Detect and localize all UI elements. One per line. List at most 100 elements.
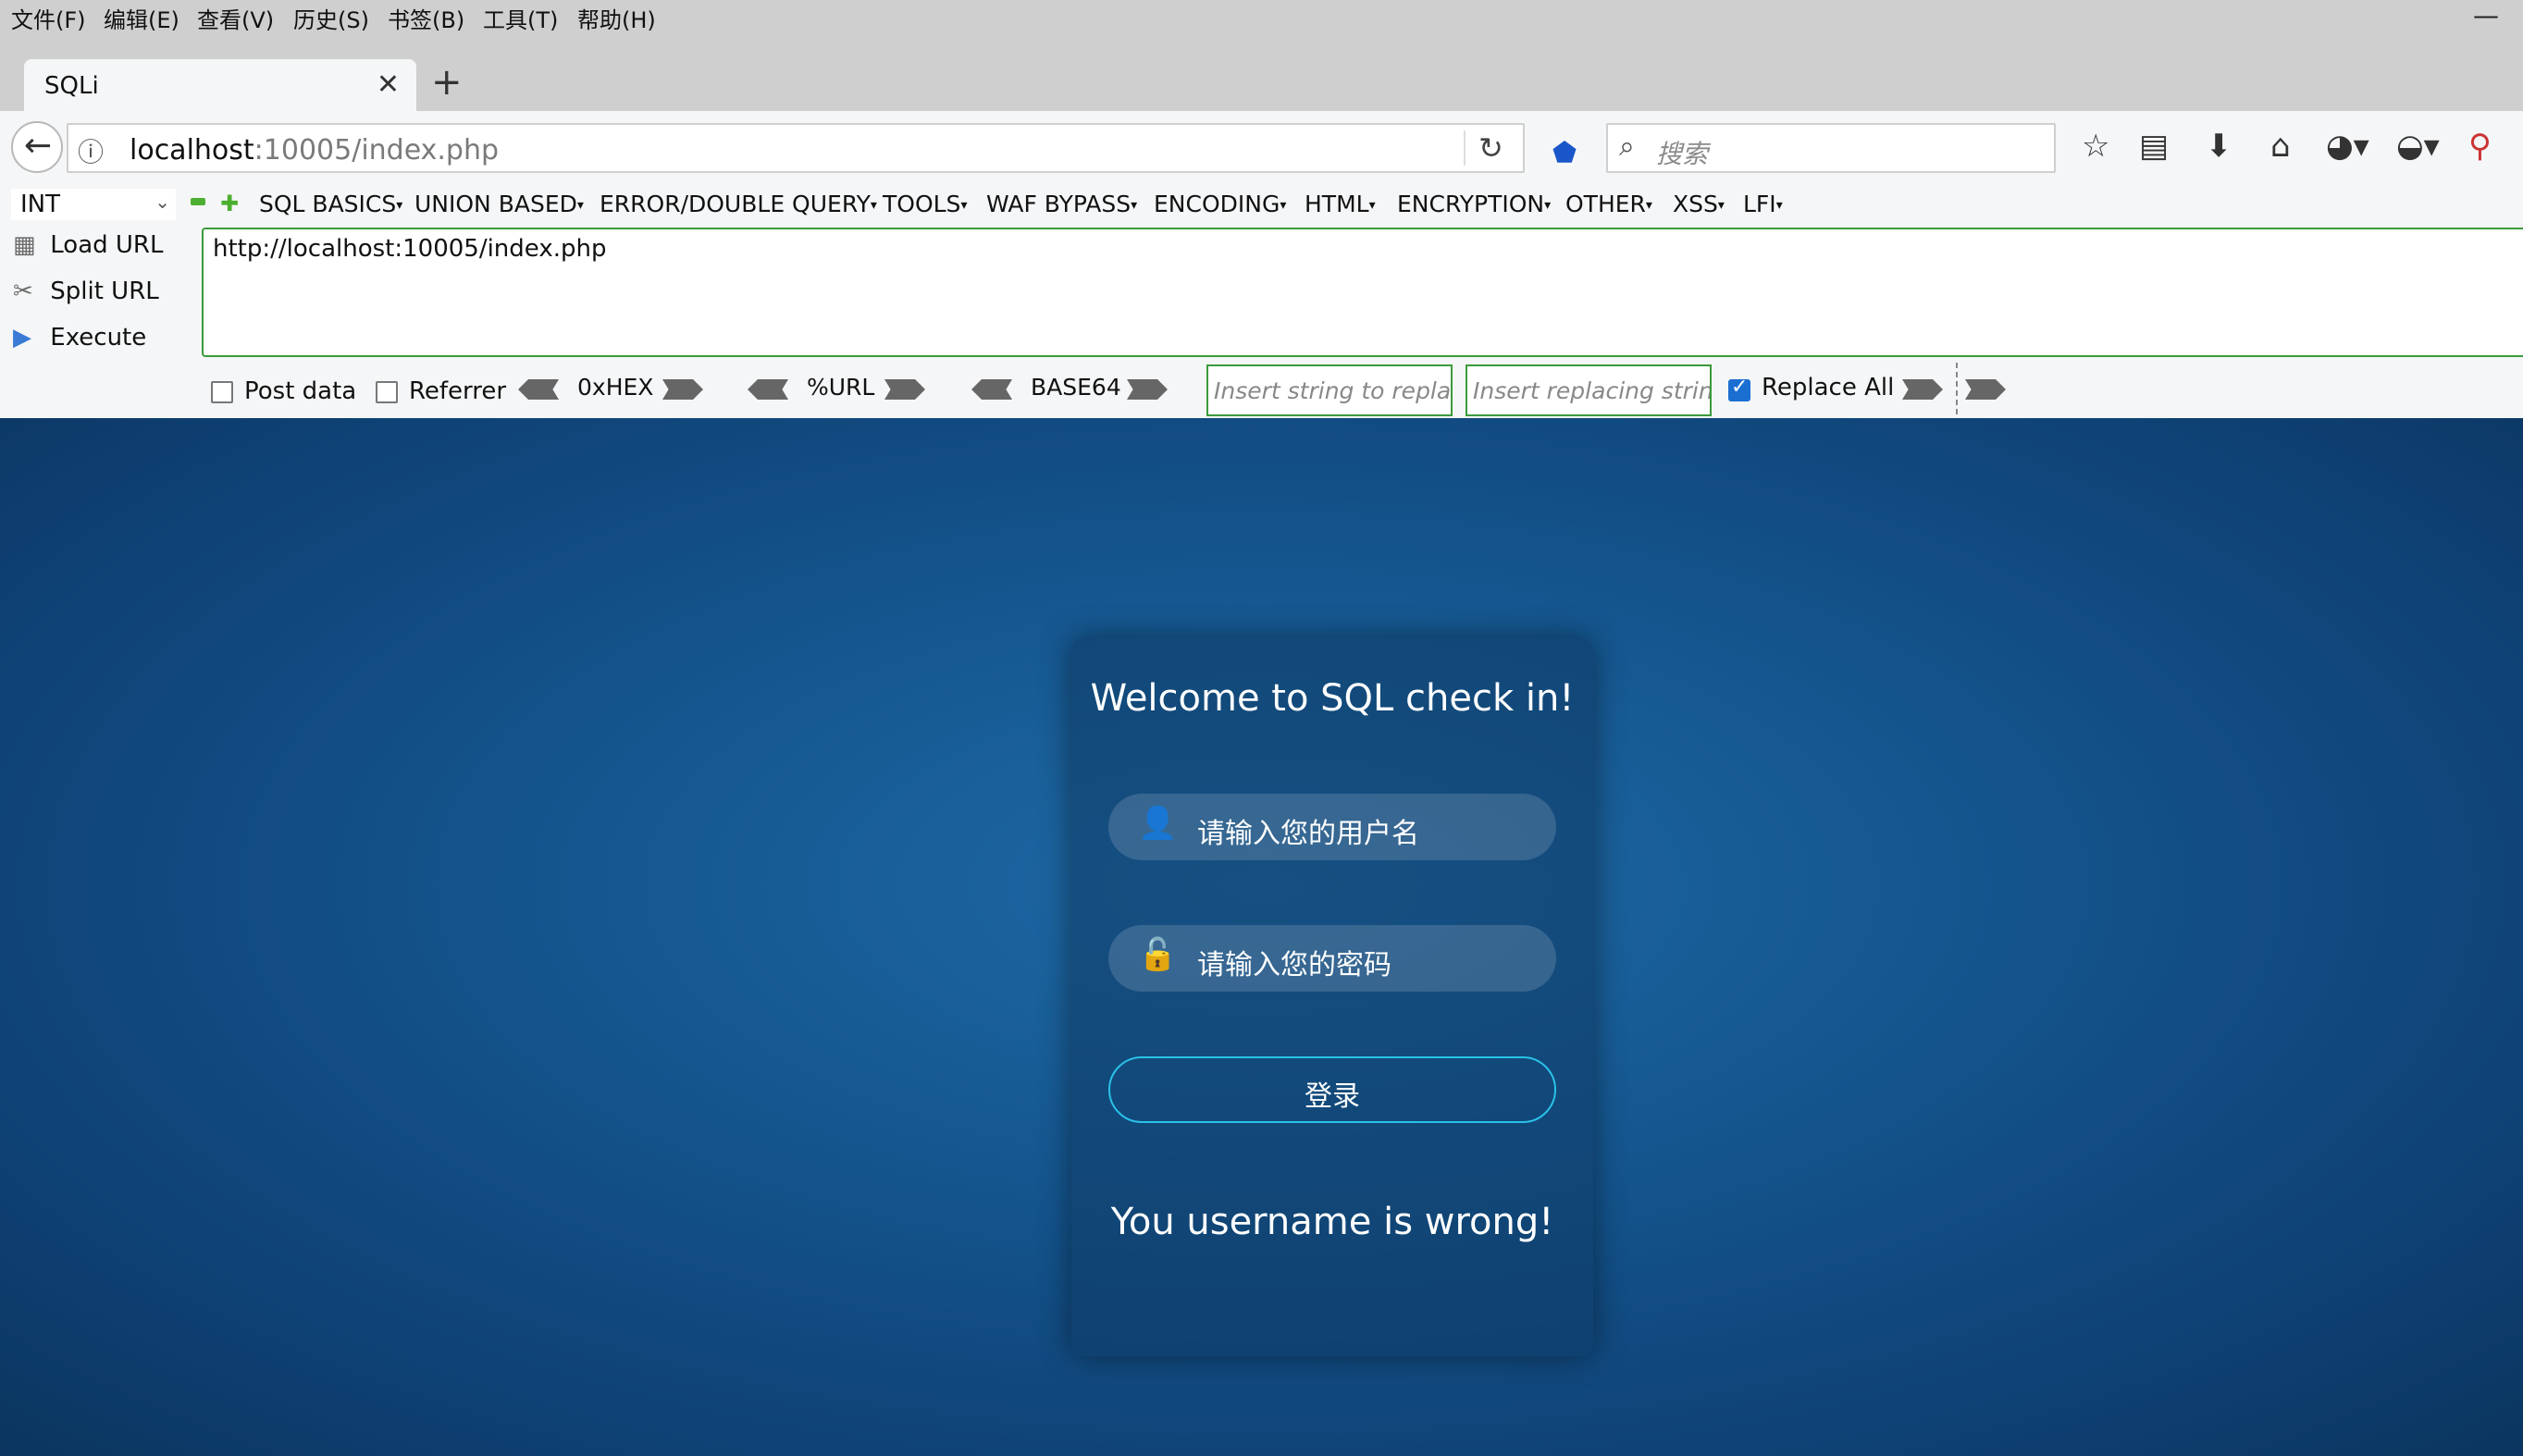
replace-all-label: Replace All <box>1762 374 1895 401</box>
menu-history[interactable]: 历史(S) <box>293 2 369 34</box>
password-field[interactable]: 🔓 请输入您的密码 <box>1108 925 1556 992</box>
menu-lfi[interactable]: LFI▾ <box>1743 191 1783 217</box>
username-placeholder: 请输入您的用户名 <box>1197 818 1419 850</box>
extension-icon[interactable]: ⬟ <box>1552 137 1577 169</box>
chevron-down-icon: ⌄ <box>155 191 170 213</box>
status-message: You username is wrong! <box>1110 1201 1554 1243</box>
menu-html[interactable]: HTML▾ <box>1305 191 1376 217</box>
load-url-button[interactable]: ▦ Load URL <box>13 231 163 259</box>
hex-decode-arrow-icon[interactable] <box>518 379 559 400</box>
menu-help[interactable]: 帮助(H) <box>577 2 656 34</box>
login-button-label: 登录 <box>1305 1080 1360 1113</box>
url-encode-arrow-icon[interactable] <box>884 379 925 400</box>
increase-icon[interactable]: ✚ <box>220 191 239 216</box>
menu-view[interactable]: 查看(V) <box>197 2 274 34</box>
play-icon: ▶ <box>13 324 31 352</box>
minimize-button[interactable]: — <box>2473 0 2499 31</box>
menu-tools[interactable]: 工具(T) <box>483 2 558 34</box>
check-icon: ✓ <box>1731 376 1749 399</box>
menu-edit[interactable]: 编辑(E) <box>104 2 179 34</box>
referrer-label: Referrer <box>409 377 507 405</box>
url-textarea-value: http://localhost:10005/index.php <box>213 235 607 263</box>
arrow-left-icon: ← <box>24 127 53 165</box>
login-card: Welcome to SQL check in! 👤 请输入您的用户名 🔓 请输… <box>1071 638 1593 1356</box>
username-field[interactable]: 👤 请输入您的用户名 <box>1108 794 1556 860</box>
replace-string-placeholder: Insert string to replace <box>1214 377 1453 404</box>
reload-icon[interactable]: ↻ <box>1478 130 1503 166</box>
menu-waf-bypass[interactable]: WAF BYPASS▾ <box>986 191 1137 217</box>
replacing-string-placeholder: Insert replacing string <box>1473 377 1712 404</box>
tab-sqli[interactable]: SQLi ✕ <box>24 59 416 113</box>
execute-button[interactable]: ▶ Execute <box>13 324 146 352</box>
url-path: :10005/index.php <box>254 134 500 167</box>
tab-strip: SQLi ✕ + <box>0 37 2523 113</box>
info-icon[interactable]: ⓘ <box>78 132 104 169</box>
replace-string-input[interactable]: Insert string to replace <box>1206 364 1453 416</box>
login-title: Welcome to SQL check in! <box>1090 677 1575 720</box>
bookmark-star-icon[interactable]: ☆ <box>2082 128 2109 165</box>
split-url-label: Split URL <box>50 278 159 305</box>
type-select[interactable]: INT ⌄ <box>11 189 176 220</box>
back-button[interactable]: ← <box>11 121 63 173</box>
hex-encode-arrow-icon[interactable] <box>662 379 703 400</box>
checkbox-box <box>211 380 233 403</box>
divider <box>1956 363 1958 414</box>
replace-forward-arrow-icon[interactable] <box>1902 379 1943 400</box>
globe-menu-icon[interactable]: ◕▾ <box>2326 128 2369 165</box>
nav-bar: ← ⓘ localhost:10005/index.php ↻ ⬟ ⌕ 搜索 ☆… <box>0 111 2523 185</box>
download-icon[interactable]: ⬇ <box>2206 128 2232 165</box>
login-button[interactable]: 登录 <box>1108 1056 1556 1123</box>
url-textarea[interactable]: http://localhost:10005/index.php <box>202 228 2523 357</box>
checkbox-box <box>376 380 398 403</box>
url-host: localhost <box>130 134 254 167</box>
search-input[interactable]: ⌕ 搜索 <box>1606 123 2056 173</box>
post-data-label: Post data <box>244 377 357 405</box>
split-url-button[interactable]: ✂ Split URL <box>13 278 159 305</box>
hackbar: INT ⌄ ✚ SQL BASICS▾ UNION BASED▾ ERROR/D… <box>0 185 2523 420</box>
menu-bar: 文件(F) 编辑(E) 查看(V) 历史(S) 书签(B) 工具(T) 帮助(H… <box>0 0 2523 37</box>
base64-label: BASE64 <box>1031 374 1121 401</box>
menu-sql-basics[interactable]: SQL BASICS▾ <box>259 191 402 217</box>
execute-label: Execute <box>50 324 147 352</box>
base64-encode-arrow-icon[interactable] <box>1127 379 1168 400</box>
new-tab-button[interactable]: + <box>431 61 463 104</box>
hex-label: 0xHEX <box>577 374 654 401</box>
address-bar[interactable]: ⓘ localhost:10005/index.php ↻ <box>67 123 1525 173</box>
reader-list-icon[interactable]: ▤ <box>2139 128 2169 165</box>
urlenc-label: %URL <box>807 374 875 401</box>
load-url-label: Load URL <box>50 231 164 259</box>
menu-other[interactable]: OTHER▾ <box>1565 191 1652 217</box>
referrer-checkbox[interactable]: Referrer <box>376 377 506 405</box>
type-select-value: INT <box>20 191 60 218</box>
address-text: localhost:10005/index.php <box>130 134 499 167</box>
base64-decode-arrow-icon[interactable] <box>971 379 1012 400</box>
zoom-icon[interactable]: ⚲ <box>2468 128 2492 165</box>
divider <box>1464 130 1466 166</box>
replace-all-checkbox[interactable]: ✓ <box>1728 376 1750 401</box>
menu-union-based[interactable]: UNION BASED▾ <box>414 191 584 217</box>
load-url-icon: ▦ <box>13 231 36 259</box>
menu-encryption[interactable]: ENCRYPTION▾ <box>1397 191 1551 217</box>
split-url-icon: ✂ <box>13 278 33 305</box>
menu-tools-hack[interactable]: TOOLS▾ <box>883 191 967 217</box>
post-data-checkbox[interactable]: Post data <box>211 377 356 405</box>
search-icon: ⌕ <box>1619 130 1635 163</box>
url-decode-arrow-icon[interactable] <box>748 379 788 400</box>
user-icon: 👤 <box>1138 805 1178 842</box>
password-placeholder: 请输入您的密码 <box>1197 949 1391 981</box>
home-icon[interactable]: ⌂ <box>2270 128 2291 165</box>
replacing-string-input[interactable]: Insert replacing string <box>1466 364 1712 416</box>
lock-icon: 🔓 <box>1138 936 1178 973</box>
search-placeholder: 搜索 <box>1656 139 1709 169</box>
close-tab-icon[interactable]: ✕ <box>377 68 400 101</box>
menu-file[interactable]: 文件(F) <box>11 2 86 34</box>
menu-error-double[interactable]: ERROR/DOUBLE QUERY▾ <box>600 191 877 217</box>
page-content: Welcome to SQL check in! 👤 请输入您的用户名 🔓 请输… <box>0 418 2523 1456</box>
menu-bookmarks[interactable]: 书签(B) <box>388 2 464 34</box>
tab-title: SQLi <box>44 72 99 100</box>
decrease-icon[interactable] <box>191 198 205 205</box>
menu-encoding[interactable]: ENCODING▾ <box>1154 191 1286 217</box>
replace-backward-arrow-icon[interactable] <box>1965 379 2006 400</box>
menu-xss[interactable]: XSS▾ <box>1673 191 1725 217</box>
browser-menu-icon[interactable]: ◒▾ <box>2396 128 2440 165</box>
